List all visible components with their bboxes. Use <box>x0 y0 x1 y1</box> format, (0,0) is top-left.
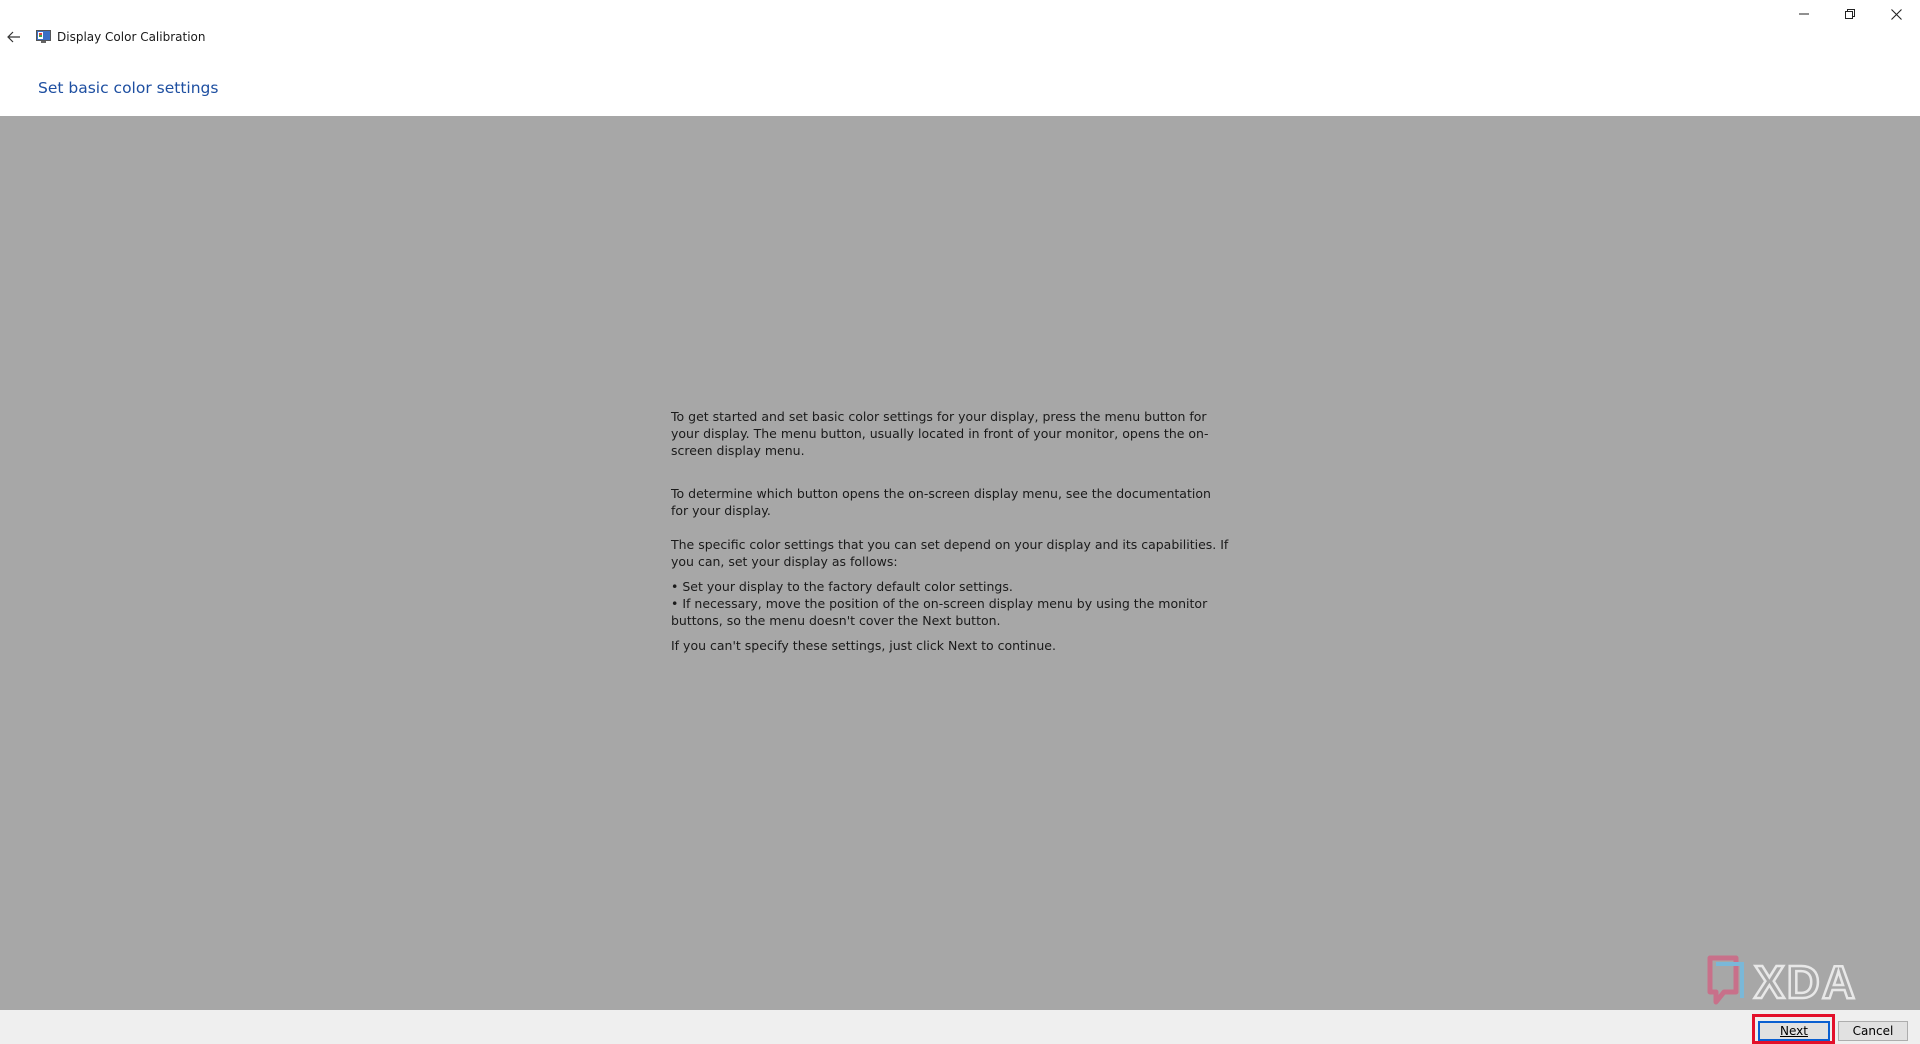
back-button[interactable] <box>4 26 24 48</box>
next-button[interactable]: Next <box>1758 1021 1830 1041</box>
back-arrow-icon <box>7 31 20 43</box>
minimize-icon <box>1799 13 1809 15</box>
instruction-paragraph-2: To determine which button opens the on-s… <box>671 486 1211 518</box>
page-title: Set basic color settings <box>38 79 219 97</box>
button-bar: Next Cancel <box>0 1010 1920 1044</box>
calibration-content-area: To get started and set basic color setti… <box>0 116 1920 1010</box>
title-bar: Display Color Calibration <box>0 0 1920 72</box>
instructions-text-block: To get started and set basic color setti… <box>671 408 1231 654</box>
display-color-calibration-window: Display Color Calibration Set basic colo… <box>0 0 1920 1044</box>
instruction-paragraph-1: To get started and set basic color setti… <box>671 409 1209 458</box>
restore-button[interactable] <box>1827 0 1873 28</box>
minimize-button[interactable] <box>1781 0 1827 28</box>
close-button[interactable] <box>1873 0 1919 28</box>
instruction-paragraph-3: The specific color settings that you can… <box>671 537 1229 569</box>
instruction-paragraph-4: If you can't specify these settings, jus… <box>671 638 1056 653</box>
window-title: Display Color Calibration <box>57 30 206 44</box>
instruction-bullet-list: • Set your display to the factory defaul… <box>671 578 1231 629</box>
xda-watermark-logo: XDA <box>1707 955 1857 1009</box>
cancel-button[interactable]: Cancel <box>1838 1021 1908 1041</box>
svg-text:XDA: XDA <box>1754 956 1857 1008</box>
instruction-bullet-1: • Set your display to the factory defaul… <box>671 579 1013 594</box>
display-calibration-app-icon <box>36 30 51 43</box>
close-icon <box>1890 8 1902 20</box>
instruction-bullet-2: • If necessary, move the position of the… <box>671 596 1208 628</box>
restore-icon <box>1845 9 1855 19</box>
